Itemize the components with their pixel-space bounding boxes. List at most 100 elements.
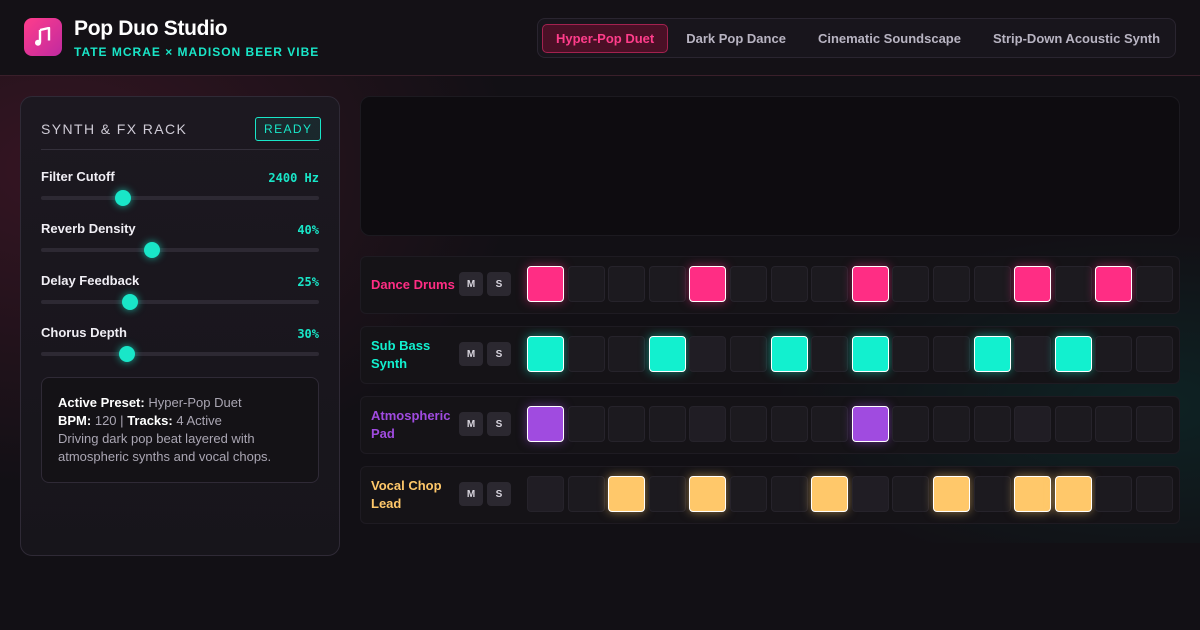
step-inactive[interactable] bbox=[567, 476, 605, 512]
step-inactive[interactable] bbox=[973, 476, 1011, 512]
step-inactive[interactable] bbox=[1136, 476, 1173, 512]
solo-button[interactable]: S bbox=[487, 342, 511, 366]
panel-divider bbox=[41, 149, 319, 150]
mute-button[interactable]: M bbox=[459, 342, 483, 366]
step-inactive[interactable] bbox=[811, 266, 849, 302]
step-inactive[interactable] bbox=[892, 266, 930, 302]
step-inactive[interactable] bbox=[689, 336, 727, 372]
step-active[interactable] bbox=[608, 476, 646, 512]
step-active[interactable] bbox=[689, 476, 727, 512]
step-inactive[interactable] bbox=[527, 476, 564, 512]
step-active[interactable] bbox=[1054, 476, 1092, 512]
delay-feedback-slider[interactable] bbox=[41, 300, 319, 304]
step-inactive[interactable] bbox=[933, 266, 970, 302]
chorus-depth-slider[interactable] bbox=[41, 352, 319, 356]
tab-dark-pop-dance[interactable]: Dark Pop Dance bbox=[672, 24, 800, 53]
step-active[interactable] bbox=[973, 336, 1011, 372]
bpm-tracks-line: BPM: 120 | Tracks: 4 Active bbox=[58, 412, 302, 430]
step-inactive[interactable] bbox=[608, 336, 646, 372]
filter-cutoff-slider[interactable] bbox=[41, 196, 319, 200]
step-inactive[interactable] bbox=[1136, 406, 1173, 442]
step-active[interactable] bbox=[851, 406, 889, 442]
mute-button[interactable]: M bbox=[459, 272, 483, 296]
tracks-label: Tracks: bbox=[127, 413, 173, 428]
tab-cinematic-soundscape[interactable]: Cinematic Soundscape bbox=[804, 24, 975, 53]
step-inactive[interactable] bbox=[770, 476, 808, 512]
step-inactive[interactable] bbox=[648, 266, 686, 302]
step-active[interactable] bbox=[770, 336, 808, 372]
step-active[interactable] bbox=[1095, 266, 1133, 302]
solo-button[interactable]: S bbox=[487, 412, 511, 436]
step-inactive[interactable] bbox=[730, 476, 767, 512]
step-inactive[interactable] bbox=[730, 266, 767, 302]
preset-description: Driving dark pop beat layered with atmos… bbox=[58, 431, 272, 464]
slider-label: Reverb Density bbox=[41, 221, 136, 236]
solo-button[interactable]: S bbox=[487, 272, 511, 296]
step-inactive[interactable] bbox=[567, 266, 605, 302]
step-active[interactable] bbox=[527, 266, 564, 302]
step-inactive[interactable] bbox=[811, 406, 849, 442]
step-inactive[interactable] bbox=[973, 406, 1011, 442]
mute-button[interactable]: M bbox=[459, 482, 483, 506]
step-active[interactable] bbox=[1054, 336, 1092, 372]
step-active[interactable] bbox=[648, 336, 686, 372]
step-inactive[interactable] bbox=[933, 406, 970, 442]
step-inactive[interactable] bbox=[1054, 266, 1092, 302]
step-active[interactable] bbox=[689, 266, 727, 302]
tab-hyper-pop-duet[interactable]: Hyper-Pop Duet bbox=[542, 23, 669, 53]
filter-cutoff-control: Filter Cutoff 2400 Hz bbox=[41, 169, 319, 209]
track-row: Atmospheric Pad M S bbox=[360, 396, 1180, 454]
step-inactive[interactable] bbox=[770, 406, 808, 442]
step-inactive[interactable] bbox=[1136, 336, 1173, 372]
step-inactive[interactable] bbox=[1136, 266, 1173, 302]
reverb-density-slider[interactable] bbox=[41, 248, 319, 252]
step-inactive[interactable] bbox=[892, 406, 930, 442]
step-active[interactable] bbox=[851, 266, 889, 302]
slider-label: Delay Feedback bbox=[41, 273, 140, 288]
step-active[interactable] bbox=[527, 406, 564, 442]
step-inactive[interactable] bbox=[973, 266, 1011, 302]
tab-strip-down-acoustic-synth[interactable]: Strip-Down Acoustic Synth bbox=[979, 24, 1174, 53]
info-separator: | bbox=[120, 413, 124, 428]
step-inactive[interactable] bbox=[730, 336, 767, 372]
step-active[interactable] bbox=[1014, 476, 1052, 512]
step-inactive[interactable] bbox=[648, 476, 686, 512]
step-active[interactable] bbox=[811, 476, 849, 512]
track-row: Sub Bass Synth M S bbox=[360, 326, 1180, 384]
chorus-depth-control: Chorus Depth 30% bbox=[41, 325, 319, 365]
step-inactive[interactable] bbox=[933, 336, 970, 372]
slider-thumb[interactable] bbox=[121, 294, 138, 310]
step-active[interactable] bbox=[527, 336, 564, 372]
step-inactive[interactable] bbox=[1014, 336, 1052, 372]
step-inactive[interactable] bbox=[1095, 476, 1133, 512]
step-inactive[interactable] bbox=[689, 406, 727, 442]
track-name: Sub Bass Synth bbox=[371, 338, 431, 371]
step-inactive[interactable] bbox=[811, 336, 849, 372]
step-inactive[interactable] bbox=[892, 476, 930, 512]
solo-button[interactable]: S bbox=[487, 482, 511, 506]
step-inactive[interactable] bbox=[608, 406, 646, 442]
step-inactive[interactable] bbox=[1095, 406, 1133, 442]
step-active[interactable] bbox=[933, 476, 970, 512]
app-logo bbox=[24, 18, 62, 56]
app-subtitle: TATE MCRAE × MADISON BEER VIBE bbox=[74, 45, 320, 59]
step-inactive[interactable] bbox=[892, 336, 930, 372]
step-inactive[interactable] bbox=[730, 406, 767, 442]
step-inactive[interactable] bbox=[1014, 406, 1052, 442]
step-inactive[interactable] bbox=[608, 266, 646, 302]
mute-button[interactable]: M bbox=[459, 412, 483, 436]
step-inactive[interactable] bbox=[1054, 406, 1092, 442]
slider-thumb[interactable] bbox=[144, 242, 161, 258]
app-title: Pop Duo Studio bbox=[74, 17, 228, 40]
step-inactive[interactable] bbox=[1095, 336, 1133, 372]
step-inactive[interactable] bbox=[567, 336, 605, 372]
step-active[interactable] bbox=[1014, 266, 1052, 302]
step-inactive[interactable] bbox=[770, 266, 808, 302]
step-inactive[interactable] bbox=[851, 476, 889, 512]
step-inactive[interactable] bbox=[567, 406, 605, 442]
slider-thumb[interactable] bbox=[119, 346, 136, 362]
slider-thumb[interactable] bbox=[115, 190, 131, 206]
step-active[interactable] bbox=[851, 336, 889, 372]
step-inactive[interactable] bbox=[648, 406, 686, 442]
slider-value: 40% bbox=[297, 223, 319, 237]
